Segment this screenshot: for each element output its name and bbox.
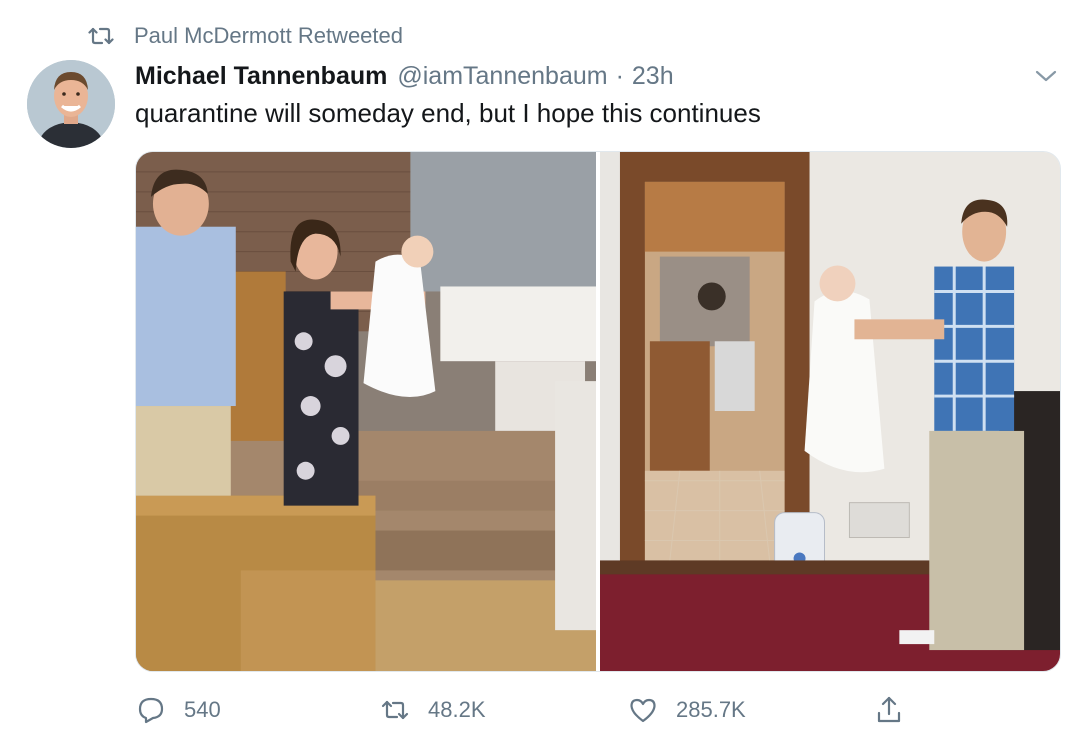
author-handle[interactable]: @iamTannenbaum — [397, 62, 607, 91]
separator-dot: · — [615, 61, 624, 90]
share-button[interactable] — [874, 690, 904, 730]
author-name[interactable]: Michael Tannenbaum — [135, 62, 387, 91]
avatar[interactable] — [27, 60, 115, 148]
tweet-timestamp[interactable]: 23h — [632, 62, 674, 91]
share-icon — [877, 696, 901, 723]
tweet-header: Michael Tannenbaum @iamTannenbaum · 23h — [135, 58, 674, 94]
heart-icon — [630, 698, 656, 723]
chevron-down-icon[interactable] — [1034, 66, 1058, 86]
reply-icon — [138, 697, 164, 724]
retweet-icon — [88, 25, 114, 47]
retweet-banner-text: Paul McDermott Retweeted — [134, 23, 403, 48]
church-baptism-photo[interactable] — [136, 152, 596, 671]
retweet-icon — [381, 700, 409, 720]
tweet-media[interactable] — [135, 151, 1061, 672]
retweet-count: 48.2K — [428, 697, 486, 722]
tweet-actions: 540 48.2K 285.7K — [136, 690, 916, 730]
reply-count: 540 — [184, 697, 221, 722]
reply-button[interactable]: 540 — [136, 690, 221, 730]
like-button[interactable]: 285.7K — [628, 690, 746, 730]
home-baby-lift-photo[interactable] — [600, 152, 1060, 671]
retweet-button[interactable]: 48.2K — [380, 690, 486, 730]
like-count: 285.7K — [676, 697, 746, 722]
retweet-banner[interactable]: Paul McDermott Retweeted — [88, 22, 403, 50]
tweet-text: quarantine will someday end, but I hope … — [135, 98, 761, 128]
